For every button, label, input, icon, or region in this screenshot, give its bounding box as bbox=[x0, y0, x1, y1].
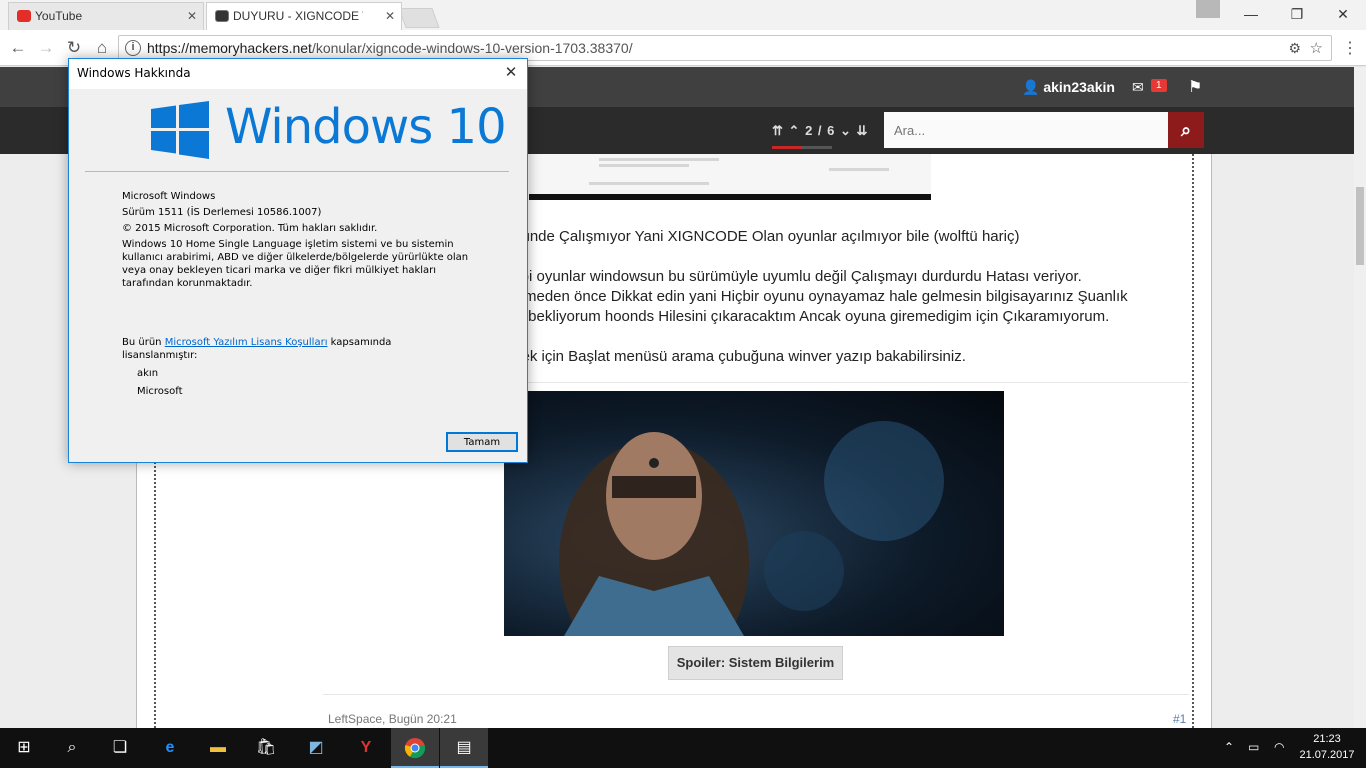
url-host: https://memoryhackers.net bbox=[147, 40, 312, 56]
profile-icon[interactable] bbox=[1196, 0, 1220, 18]
page-jump[interactable]: ⇈ ⌃ 2 / 6 ⌄ ⇊ bbox=[772, 123, 868, 139]
licensee-org: Microsoft bbox=[137, 386, 183, 397]
search-button[interactable]: ⌕ bbox=[1168, 112, 1204, 148]
url-path: /konular/xigncode-windows-10-version-170… bbox=[311, 40, 633, 56]
ok-button[interactable]: Tamam bbox=[446, 432, 518, 452]
portrait-illustration bbox=[559, 421, 944, 636]
close-window-icon[interactable]: ✕ bbox=[1320, 0, 1366, 30]
licensee-user: akın bbox=[137, 368, 159, 379]
clock[interactable]: 21:23 21.07.2017 bbox=[1296, 731, 1358, 763]
license-terms-link[interactable]: Microsoft Yazılım Lisans Koşulları bbox=[165, 337, 328, 348]
clock-date: 21.07.2017 bbox=[1299, 749, 1355, 761]
search-input[interactable] bbox=[884, 112, 1168, 148]
post-number[interactable]: #1 bbox=[1173, 712, 1186, 726]
divider bbox=[323, 694, 1189, 695]
post-text-line: gibi oyunlar windowsun bu sürümüyle uyum… bbox=[509, 268, 1082, 285]
wifi-icon[interactable]: ◠ bbox=[1274, 740, 1284, 754]
tab-youtube[interactable]: YouTube ✕ bbox=[8, 2, 204, 30]
close-icon[interactable]: ✕ bbox=[187, 3, 197, 29]
search-icon[interactable]: ⌕ bbox=[48, 728, 96, 768]
user-link[interactable]: 👤 akin23akin bbox=[1022, 79, 1115, 96]
license-prefix: Bu ürün bbox=[122, 337, 162, 348]
browser-tab-strip: YouTube ✕ DUYURU - XIGNCODE W ✕ — ❐ ✕ bbox=[0, 0, 1366, 30]
last-page-icon[interactable]: ⇊ bbox=[857, 123, 869, 138]
taskbar: ⊞ ⌕ ❏ e ▬ 🛍 ◩ Y ▤ ⌃ ▭ ◠ 21:23 21.07.2017 bbox=[0, 728, 1366, 768]
post-text-line: mek için Başlat menüsü arama çubuğuna wi… bbox=[509, 348, 966, 365]
product-name: Microsoft Windows bbox=[122, 191, 216, 202]
windows-logo-icon bbox=[151, 101, 209, 159]
page-scrollbar[interactable] bbox=[1354, 67, 1366, 728]
about-windows-dialog: Windows Hakkında ✕ Windows 10 Microsoft … bbox=[68, 58, 528, 463]
first-page-icon[interactable]: ⇈ bbox=[772, 123, 784, 138]
task-view-icon[interactable]: ❏ bbox=[96, 728, 144, 768]
tab-duyuru[interactable]: DUYURU - XIGNCODE W ✕ bbox=[206, 2, 402, 30]
post-meta[interactable]: LeftSpace, Bugün 20:21 bbox=[328, 712, 457, 726]
chrome-icon[interactable] bbox=[391, 728, 439, 768]
store-icon[interactable]: 🛍 bbox=[242, 728, 290, 768]
url-text: https://memoryhackers.net/konular/xignco… bbox=[147, 40, 633, 56]
legal-description: Windows 10 Home Single Language işletim … bbox=[122, 239, 469, 289]
search-icon: ⌕ bbox=[1180, 120, 1192, 140]
page-progress bbox=[772, 146, 832, 149]
divider bbox=[85, 171, 509, 172]
restore-icon[interactable]: ❐ bbox=[1274, 0, 1320, 30]
tab-title: YouTube bbox=[35, 9, 83, 23]
tab-title: DUYURU - XIGNCODE W bbox=[233, 9, 363, 23]
version-text: Sürüm 1511 (İS Derlemesi 10586.1007) bbox=[122, 207, 322, 218]
post-text-line: ini bekliyorum hoonds Hilesini çıkaracak… bbox=[509, 308, 1110, 325]
message-badge: 1 bbox=[1151, 79, 1167, 92]
app-icon[interactable]: ◩ bbox=[292, 728, 340, 768]
edge-icon[interactable]: e bbox=[146, 728, 194, 768]
envelope-icon[interactable]: ✉ bbox=[1132, 79, 1144, 96]
file-explorer-icon[interactable]: ▬ bbox=[194, 728, 242, 768]
license-text: Bu ürün Microsoft Yazılım Lisans Koşulla… bbox=[122, 336, 462, 362]
memoryhackers-icon bbox=[215, 10, 229, 22]
battery-icon[interactable]: ▭ bbox=[1248, 740, 1259, 754]
youtube-icon bbox=[17, 10, 31, 22]
page-indicator: 2 / 6 bbox=[805, 123, 836, 138]
clock-time: 21:23 bbox=[1313, 733, 1341, 745]
menu-icon[interactable]: ⋮ bbox=[1342, 38, 1358, 58]
post-text-line: llemeden önce Dikkat edin yani Hiçbir oy… bbox=[509, 288, 1128, 305]
reload-icon[interactable]: ↻ bbox=[62, 36, 86, 60]
prev-page-icon[interactable]: ⌃ bbox=[789, 123, 801, 138]
star-icon[interactable]: ☆ bbox=[1310, 39, 1323, 57]
post-text-line: münde Çalışmıyor Yani XIGNCODE Olan oyun… bbox=[509, 228, 1020, 245]
info-icon[interactable]: i bbox=[125, 40, 141, 56]
dialog-body: Windows 10 Microsoft Windows Sürüm 1511 … bbox=[69, 89, 527, 462]
about-window-icon[interactable]: ▤ bbox=[440, 728, 488, 768]
flag-icon[interactable]: ⚑ bbox=[1188, 77, 1202, 97]
extension-icon[interactable]: ⚙ bbox=[1288, 40, 1301, 57]
start-icon[interactable]: ⊞ bbox=[0, 728, 48, 768]
new-tab-button[interactable] bbox=[398, 8, 440, 28]
yandex-icon[interactable]: Y bbox=[342, 728, 390, 768]
copyright-text: © 2015 Microsoft Corporation. Tüm haklar… bbox=[122, 223, 378, 234]
home-icon[interactable]: ⌂ bbox=[90, 36, 114, 60]
username: akin23akin bbox=[1043, 79, 1115, 95]
chevron-up-icon[interactable]: ⌃ bbox=[1224, 740, 1234, 754]
minimize-icon[interactable]: — bbox=[1228, 0, 1274, 30]
post-image[interactable] bbox=[504, 391, 1004, 636]
forward-icon[interactable]: → bbox=[34, 36, 58, 60]
scroll-thumb[interactable] bbox=[1356, 187, 1364, 265]
back-icon[interactable]: ← bbox=[6, 36, 30, 60]
close-icon[interactable]: ✕ bbox=[385, 3, 395, 29]
embedded-screenshot[interactable] bbox=[529, 154, 931, 200]
windows-wordmark: Windows 10 bbox=[225, 99, 507, 155]
spoiler-button[interactable]: Spoiler: Sistem Bilgilerim bbox=[668, 646, 843, 680]
close-icon[interactable]: ✕ bbox=[495, 59, 527, 87]
dialog-title: Windows Hakkında bbox=[77, 66, 191, 80]
next-page-icon[interactable]: ⌄ bbox=[840, 123, 852, 138]
user-icon: 👤 bbox=[1022, 79, 1044, 95]
